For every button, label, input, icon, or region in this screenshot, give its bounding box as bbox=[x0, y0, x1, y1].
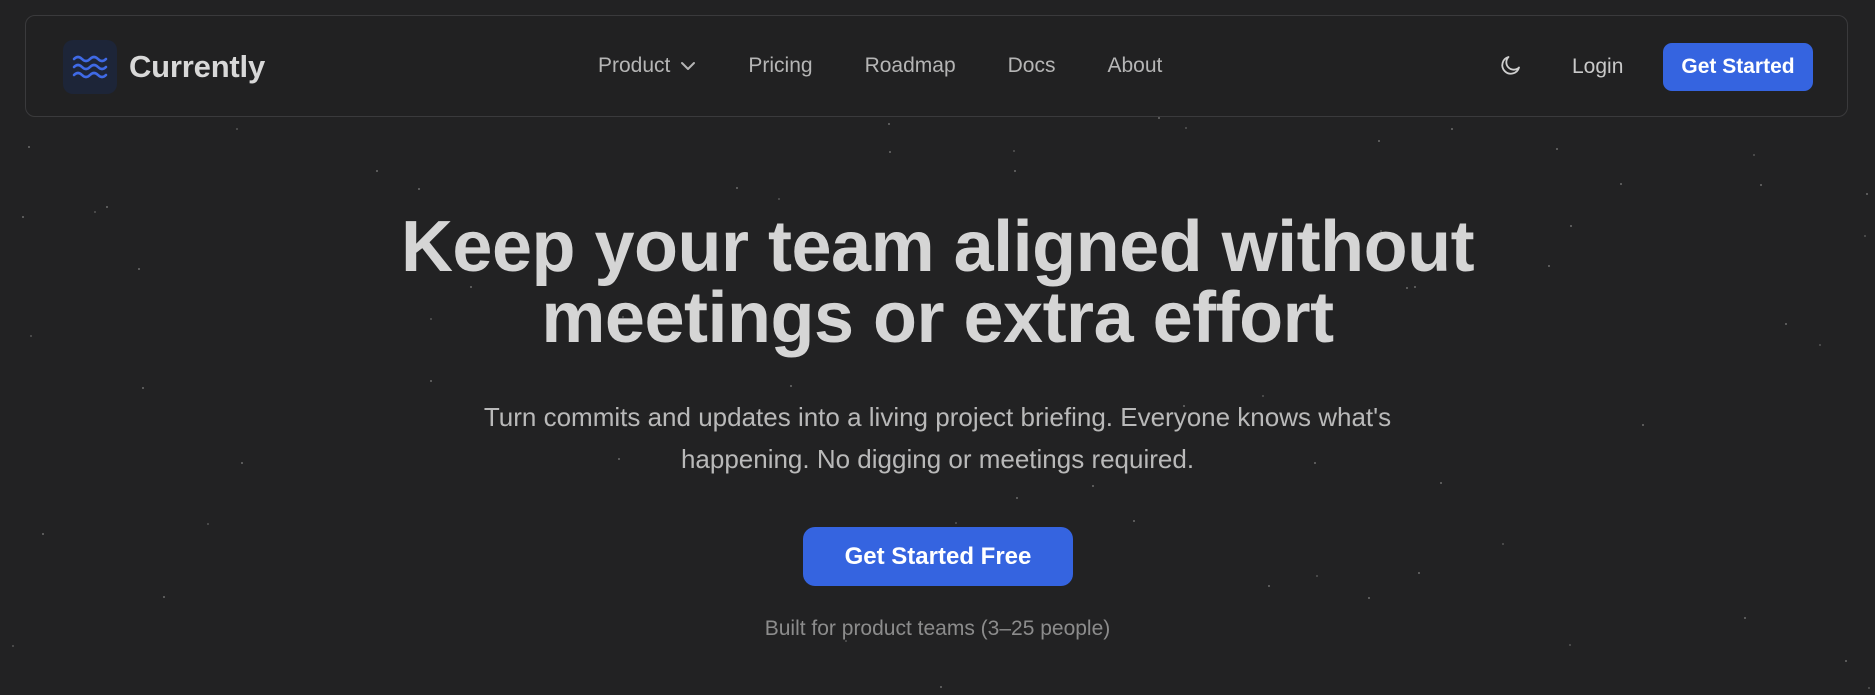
star-dot bbox=[28, 146, 30, 148]
star-dot bbox=[1451, 128, 1453, 130]
star-dot bbox=[778, 198, 780, 200]
star-dot bbox=[1185, 127, 1187, 129]
star-dot bbox=[888, 123, 890, 125]
navbar: Currently Product Pricing Roadmap Docs A… bbox=[25, 15, 1848, 117]
waves-icon bbox=[63, 40, 117, 94]
login-link[interactable]: Login bbox=[1572, 50, 1623, 84]
star-dot bbox=[889, 151, 891, 153]
star-dot bbox=[1866, 193, 1868, 195]
star-dot bbox=[1268, 585, 1270, 587]
brand-name: Currently bbox=[129, 49, 266, 84]
hero-subtitle: Turn commits and updates into a living p… bbox=[0, 396, 1875, 480]
star-dot bbox=[1014, 170, 1016, 172]
star-dot bbox=[736, 187, 738, 189]
hero-subtitle-line-1: Turn commits and updates into a living p… bbox=[483, 402, 1392, 432]
nav-item-label: Product bbox=[598, 54, 671, 77]
hero-subtitle-line-2: happening. No digging or meetings requir… bbox=[680, 444, 1195, 474]
star-dot bbox=[1013, 150, 1015, 152]
star-dot bbox=[1556, 148, 1558, 150]
star-dot bbox=[1569, 644, 1571, 646]
nav-item-pricing[interactable]: Pricing bbox=[746, 48, 814, 84]
star-dot bbox=[1440, 482, 1442, 484]
star-dot bbox=[1092, 485, 1094, 487]
star-dot bbox=[142, 387, 144, 389]
star-dot bbox=[1158, 117, 1160, 119]
moon-icon bbox=[1499, 53, 1523, 82]
star-dot bbox=[42, 533, 44, 535]
star-dot bbox=[1378, 140, 1380, 142]
hero-title-line-1: Keep your team aligned without bbox=[400, 207, 1475, 287]
chevron-down-icon bbox=[680, 61, 696, 71]
star-dot bbox=[1620, 183, 1622, 185]
nav-item-about[interactable]: About bbox=[1106, 48, 1165, 84]
star-dot bbox=[376, 170, 378, 172]
star-dot bbox=[12, 645, 14, 647]
nav-item-docs[interactable]: Docs bbox=[1006, 48, 1058, 84]
hero-title: Keep your team aligned without meetings … bbox=[0, 207, 1875, 358]
hero-title-line-2: meetings or extra effort bbox=[541, 278, 1334, 358]
get-started-free-button[interactable]: Get Started Free bbox=[803, 527, 1073, 586]
star-dot bbox=[790, 385, 792, 387]
star-dot bbox=[418, 188, 420, 190]
star-dot bbox=[1760, 184, 1762, 186]
nav-links: Product Pricing Roadmap Docs About bbox=[596, 16, 1212, 116]
star-dot bbox=[1133, 520, 1135, 522]
brand-link[interactable]: Currently bbox=[63, 40, 265, 94]
star-dot bbox=[1845, 660, 1847, 662]
star-dot bbox=[940, 686, 942, 688]
star-dot bbox=[430, 380, 432, 382]
nav-item-product[interactable]: Product bbox=[596, 48, 698, 84]
star-dot bbox=[106, 206, 108, 208]
star-dot bbox=[955, 522, 957, 524]
audience-note: Built for product teams (3–25 people) bbox=[764, 617, 1111, 640]
star-dot bbox=[207, 523, 209, 525]
star-dot bbox=[1016, 497, 1018, 499]
get-started-button[interactable]: Get Started bbox=[1663, 43, 1813, 91]
star-dot bbox=[163, 596, 165, 598]
star-dot bbox=[1316, 575, 1318, 577]
star-dot bbox=[1868, 687, 1870, 689]
star-dot bbox=[1418, 572, 1420, 574]
star-dot bbox=[1753, 154, 1755, 156]
star-dot bbox=[1368, 597, 1370, 599]
star-dot bbox=[236, 128, 238, 130]
theme-toggle-button[interactable] bbox=[1494, 50, 1528, 84]
nav-item-roadmap[interactable]: Roadmap bbox=[863, 48, 958, 84]
star-dot bbox=[1502, 543, 1504, 545]
